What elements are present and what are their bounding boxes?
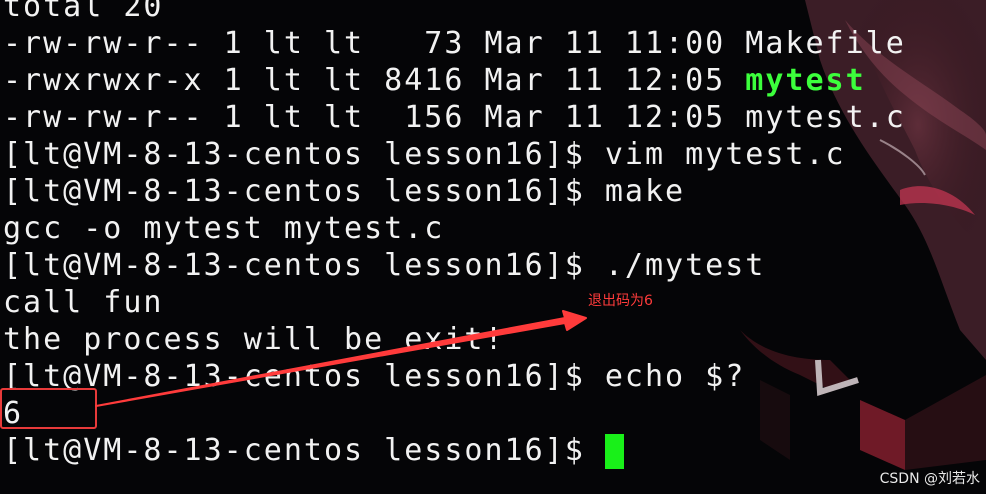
annotation-label: 退出码为6 bbox=[588, 293, 653, 309]
terminal-window[interactable]: total 20 -rw-rw-r-- 1 lt lt 73 Mar 11 11… bbox=[0, 0, 986, 494]
watermark: CSDN @刘若水 bbox=[879, 471, 980, 487]
highlight-box bbox=[0, 388, 97, 429]
annotation-overlay bbox=[0, 310, 587, 429]
annotation-arrow bbox=[95, 310, 587, 407]
